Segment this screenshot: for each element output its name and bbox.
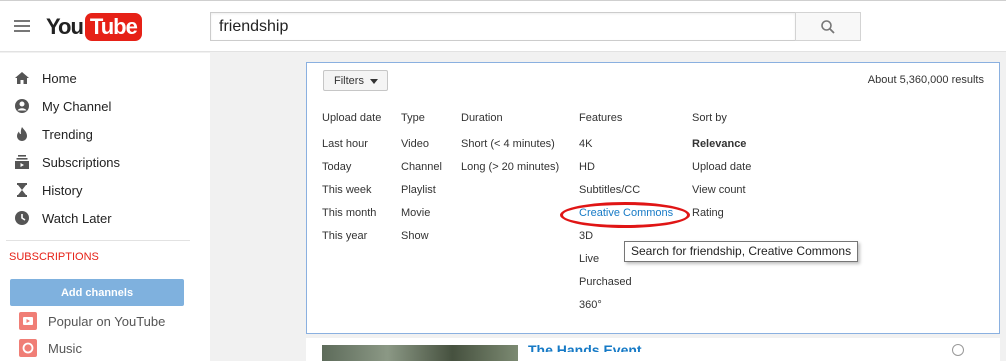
sidebar-item-label: My Channel: [42, 98, 112, 114]
filter-option-this-month[interactable]: This month: [322, 207, 381, 230]
filter-option-playlist[interactable]: Playlist: [401, 184, 442, 207]
filter-column-upload-date: Upload date Last hour Today This week Th…: [322, 112, 381, 253]
filter-option-hd[interactable]: HD: [579, 161, 673, 184]
filter-option-long[interactable]: Long (> 20 minutes): [461, 161, 559, 184]
filter-option-today[interactable]: Today: [322, 161, 381, 184]
music-channel-icon: [19, 339, 37, 357]
sort-option-upload-date[interactable]: Upload date: [692, 161, 751, 184]
sort-option-rating[interactable]: Rating: [692, 207, 751, 230]
filter-heading: Sort by: [692, 112, 727, 124]
filter-option-movie[interactable]: Movie: [401, 207, 442, 230]
sidebar-item-label: History: [42, 182, 83, 198]
filters-button-label: Filters: [334, 74, 364, 87]
sidebar-item-my-channel[interactable]: My Channel: [0, 92, 210, 120]
filter-option-creative-commons[interactable]: Creative Commons: [579, 207, 673, 230]
sidebar-item-watch-later[interactable]: Watch Later: [0, 204, 210, 232]
search-button[interactable]: [795, 12, 861, 41]
filter-option-show[interactable]: Show: [401, 230, 442, 253]
search-filters-panel: Filters About 5,360,000 results Upload d…: [306, 62, 1000, 334]
youtube-logo[interactable]: You Tube: [46, 12, 142, 42]
popular-channel-icon: [19, 312, 37, 330]
flame-icon: [14, 126, 30, 142]
sidebar-item-home[interactable]: Home: [0, 64, 210, 92]
results-count: About 5,360,000 results: [867, 74, 984, 86]
caret-down-icon: [370, 79, 378, 84]
filter-option-short[interactable]: Short (< 4 minutes): [461, 138, 559, 161]
subscription-label: Music: [48, 341, 82, 356]
filter-heading: Upload date: [322, 112, 382, 124]
sidebar-item-label: Trending: [42, 126, 93, 142]
search-input[interactable]: [210, 12, 796, 41]
hourglass-icon: [14, 182, 30, 198]
menu-icon[interactable]: [14, 20, 30, 32]
filter-option-this-week[interactable]: This week: [322, 184, 381, 207]
tooltip: Search for friendship, Creative Commons: [624, 241, 859, 262]
subscription-item-popular[interactable]: Popular on YouTube: [0, 310, 210, 334]
sidebar-item-history[interactable]: History: [0, 176, 210, 204]
info-icon[interactable]: [952, 344, 964, 356]
filter-column-sort-by: Sort by Relevance Upload date View count…: [692, 112, 751, 230]
add-channels-button[interactable]: Add channels: [10, 279, 184, 306]
guide-sidebar: Home My Channel Trending Subscriptions H…: [0, 53, 210, 361]
sidebar-item-label: Subscriptions: [42, 154, 121, 170]
sidebar-item-label: Watch Later: [42, 210, 112, 226]
filter-option-purchased[interactable]: Purchased: [579, 276, 673, 299]
masthead: You Tube: [0, 0, 1006, 52]
filter-heading: Duration: [461, 112, 503, 124]
subscriptions-icon: [14, 154, 30, 170]
filter-heading: Type: [401, 112, 425, 124]
search-icon: [821, 19, 835, 34]
search-result-item[interactable]: The Hands Event: [306, 338, 1000, 361]
filter-option-360[interactable]: 360°: [579, 299, 673, 322]
logo-text-tube: Tube: [84, 13, 142, 41]
filter-option-4k[interactable]: 4K: [579, 138, 673, 161]
filter-heading: Features: [579, 112, 623, 124]
video-title-link[interactable]: The Hands Event: [528, 342, 642, 352]
person-icon: [14, 98, 30, 114]
subscription-label: Popular on YouTube: [48, 314, 166, 329]
filter-column-duration: Duration Short (< 4 minutes) Long (> 20 …: [461, 112, 559, 184]
filter-column-type: Type Video Channel Playlist Movie Show: [401, 112, 442, 253]
filters-button[interactable]: Filters: [323, 70, 388, 91]
filter-option-last-hour[interactable]: Last hour: [322, 138, 381, 161]
top-border: [0, 0, 1006, 1]
sort-option-view-count[interactable]: View count: [692, 184, 751, 207]
logo-text-you: You: [46, 14, 84, 39]
sidebar-item-label: Home: [42, 70, 77, 86]
sidebar-divider: [6, 240, 190, 241]
subscription-item-music[interactable]: Music: [0, 337, 210, 361]
filter-option-this-year[interactable]: This year: [322, 230, 381, 253]
sidebar-item-subscriptions[interactable]: Subscriptions: [0, 148, 210, 176]
clock-icon: [14, 210, 30, 226]
sidebar-item-trending[interactable]: Trending: [0, 120, 210, 148]
sort-option-relevance[interactable]: Relevance: [692, 138, 751, 161]
home-icon: [14, 70, 30, 86]
filter-option-channel[interactable]: Channel: [401, 161, 442, 184]
filter-option-video[interactable]: Video: [401, 138, 442, 161]
filter-column-features: Features 4K HD Subtitles/CC Creative Com…: [579, 112, 673, 322]
filter-option-subtitles[interactable]: Subtitles/CC: [579, 184, 673, 207]
video-thumbnail[interactable]: [322, 345, 518, 361]
subscriptions-heading: SUBSCRIPTIONS: [9, 251, 99, 263]
